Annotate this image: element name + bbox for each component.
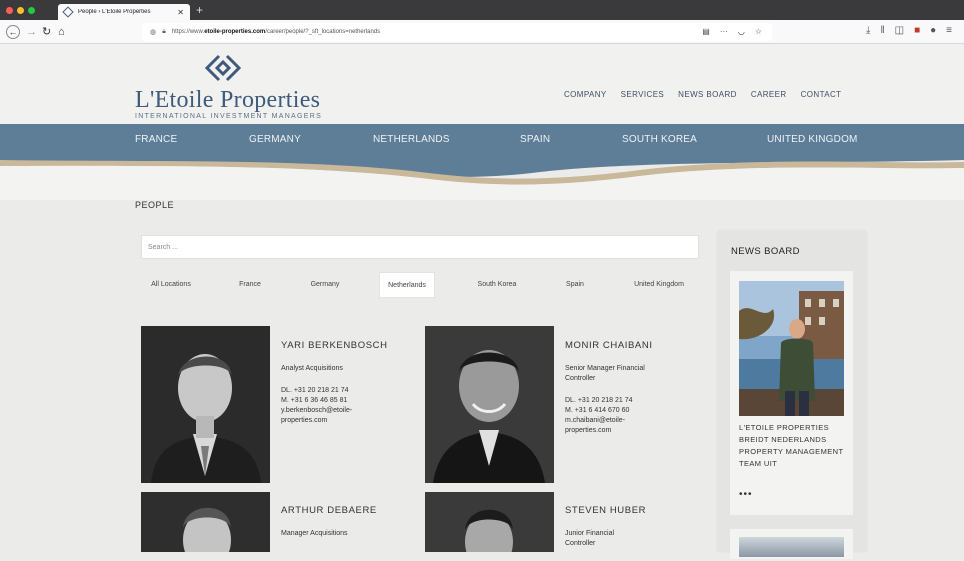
nav-contact[interactable]: CONTACT	[801, 90, 842, 99]
country-spain[interactable]: SPAIN	[520, 134, 550, 145]
reload-button[interactable]: ↻	[42, 25, 51, 39]
library-icon[interactable]: ‖	[880, 25, 884, 36]
person-photo[interactable]	[425, 326, 554, 483]
logo-name[interactable]: L'Etoile Properties	[135, 87, 320, 114]
back-button[interactable]: ←	[6, 25, 20, 39]
logo-tagline: INTERNATIONAL INVESTMENT MANAGERS	[135, 113, 323, 120]
news-card[interactable]: L'ETOILE PROPERTIES BREIDT NEDERLANDS PR…	[730, 271, 853, 515]
extension-icon[interactable]: ■	[914, 25, 920, 36]
lock-icon: 🔒︎	[162, 28, 166, 35]
news-more-icon[interactable]: •••	[739, 489, 753, 500]
person-role: Analyst Acquisitions	[281, 365, 343, 372]
news-image[interactable]	[739, 281, 844, 416]
forward-button[interactable]: →	[26, 25, 37, 39]
news-sidebar: NEWS BOARD L'ETOILE PROPERTIES BREIDT NE…	[718, 231, 866, 559]
top-navigation: COMPANY SERVICES NEWS BOARD CAREER CONTA…	[564, 90, 841, 99]
person-direct-line: DL. +31 20 218 21 74	[565, 397, 633, 404]
sidebar-title: NEWS BOARD	[731, 246, 800, 257]
reader-view-icon[interactable]: ▤	[702, 27, 710, 36]
filter-netherlands[interactable]: Netherlands	[379, 272, 435, 298]
pocket-icon[interactable]: ◡	[738, 27, 745, 36]
person-name[interactable]: YARI BERKENBOSCH	[281, 341, 388, 351]
window-zoom-button[interactable]	[28, 7, 35, 14]
person-photo[interactable]	[425, 492, 554, 552]
home-button[interactable]: ⌂	[58, 25, 65, 39]
favicon-icon	[62, 6, 74, 18]
url-text: https://www.etoile-properties.com/career…	[171, 29, 381, 35]
logo-star-icon[interactable]	[205, 54, 241, 82]
sidebar-toggle-icon[interactable]: ◫	[895, 25, 904, 36]
filter-all-locations[interactable]: All Locations	[141, 272, 201, 298]
person-photo[interactable]	[141, 326, 270, 483]
page-title: PEOPLE	[135, 200, 175, 210]
person-name[interactable]: ARTHUR DEBAERE	[281, 506, 377, 516]
person-direct-line: DL. +31 20 218 21 74	[281, 387, 349, 394]
person-role: Junior Financial Controller	[565, 530, 615, 547]
new-tab-button[interactable]: +	[196, 4, 203, 16]
shield-icon: ◍	[150, 29, 157, 36]
location-filters: All Locations France Germany Netherlands…	[141, 272, 699, 300]
window-minimize-button[interactable]	[17, 7, 24, 14]
person-mobile: M. +31 6 414 670 60	[565, 407, 630, 414]
country-south-korea[interactable]: SOUTH KOREA	[622, 134, 697, 145]
person-info: ARTHUR DEBAERE Manager Acquisitions	[281, 506, 377, 551]
address-bar[interactable]: ◍ 🔒︎ https://www.etoile-properties.com/c…	[142, 23, 772, 41]
filter-spain[interactable]: Spain	[557, 272, 593, 298]
news-headline[interactable]: L'ETOILE PROPERTIES BREIDT NEDERLANDS PR…	[739, 422, 847, 470]
nav-career[interactable]: CAREER	[751, 90, 787, 99]
country-france[interactable]: FRANCE	[135, 134, 177, 145]
filter-france[interactable]: France	[227, 272, 273, 298]
person-role: Senior Manager Financial Controller	[565, 365, 645, 382]
country-united-kingdom[interactable]: UNITED KINGDOM	[767, 134, 858, 145]
news-card[interactable]	[730, 529, 853, 559]
person-email[interactable]: y.berkenbosch@etoile-properties.com	[281, 406, 388, 426]
news-image[interactable]	[739, 537, 844, 557]
person-info: YARI BERKENBOSCH Analyst Acquisitions DL…	[281, 341, 388, 426]
filter-united-kingdom[interactable]: United Kingdom	[623, 272, 695, 298]
nav-company[interactable]: COMPANY	[564, 90, 607, 99]
filter-south-korea[interactable]: South Korea	[469, 272, 525, 298]
tab-title: People › L'Etoile Properties	[78, 9, 151, 15]
country-germany[interactable]: GERMANY	[249, 134, 301, 145]
search-input[interactable]: Search ...	[141, 235, 699, 259]
page-actions-icon[interactable]: ···	[720, 27, 728, 36]
person-role: Manager Acquisitions	[281, 530, 348, 537]
person-info: STEVEN HUBER Junior Financial Controller	[565, 506, 646, 561]
account-icon[interactable]: ●	[930, 25, 936, 36]
tab-close-icon[interactable]: ✕	[177, 8, 184, 17]
person-mobile: M. +31 6 36 46 85 81	[281, 397, 348, 404]
nav-news-board[interactable]: NEWS BOARD	[678, 90, 737, 99]
browser-tab[interactable]: People › L'Etoile Properties ✕	[58, 4, 190, 20]
header-wave-decoration	[0, 150, 964, 200]
person-info: MONIR CHAIBANI Senior Manager Financial C…	[565, 341, 653, 436]
person-name[interactable]: MONIR CHAIBANI	[565, 341, 653, 351]
country-netherlands[interactable]: NETHERLANDS	[373, 134, 450, 145]
nav-services[interactable]: SERVICES	[621, 90, 665, 99]
window-close-button[interactable]	[6, 7, 13, 14]
bookmark-star-icon[interactable]: ☆	[755, 27, 762, 36]
site-header: L'Etoile Properties INTERNATIONAL INVEST…	[0, 44, 964, 126]
browser-titlebar: People › L'Etoile Properties ✕ +	[0, 0, 964, 20]
download-icon[interactable]: ⤓	[866, 25, 870, 36]
menu-icon[interactable]: ≡	[946, 25, 952, 36]
person-photo[interactable]	[141, 492, 270, 552]
browser-toolbar: ← → ↻ ⌂ ◍ 🔒︎ https://www.etoile-properti…	[0, 20, 964, 44]
filter-germany[interactable]: Germany	[299, 272, 351, 298]
person-name[interactable]: STEVEN HUBER	[565, 506, 646, 516]
person-email[interactable]: m.chaibani@etoile-properties.com	[565, 416, 653, 436]
